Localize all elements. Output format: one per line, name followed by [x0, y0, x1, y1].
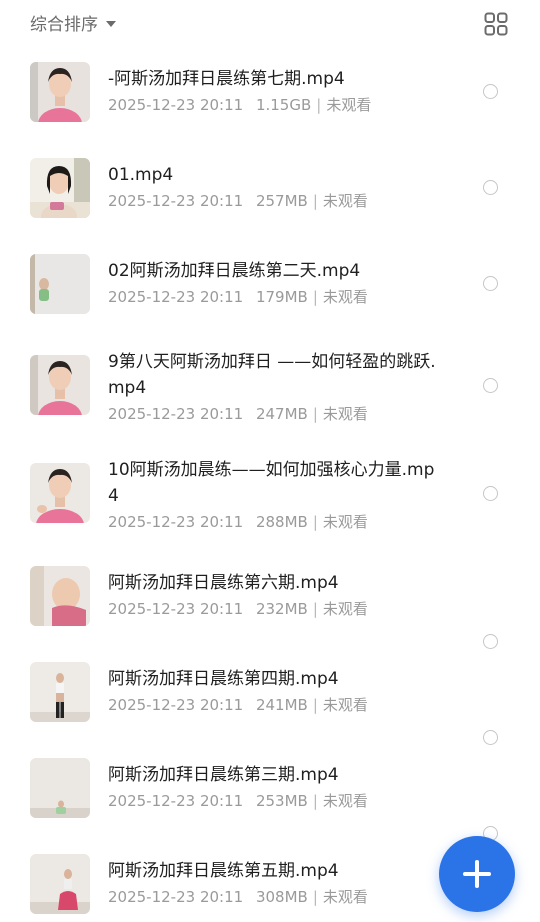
file-date: 2025-12-23 20:11	[108, 888, 244, 906]
list-item[interactable]: 10阿斯汤加晨练——如何加强核心力量.mp4 2025-12-23 20:11 …	[0, 456, 540, 562]
file-title: 02阿斯汤加拜日晨练第二天.mp4	[108, 261, 361, 281]
sort-dropdown[interactable]: 综合排序	[30, 10, 116, 35]
file-meta: 2025-12-23 20:11 247MB | 未观看	[108, 403, 438, 425]
file-title: 阿斯汤加拜日晨练第三期.mp4	[108, 765, 339, 785]
file-date: 2025-12-23 20:11	[108, 288, 244, 306]
video-thumbnail	[30, 62, 90, 122]
video-thumbnail	[30, 758, 90, 818]
meta-divider: |	[312, 288, 318, 306]
file-size: 1.15GB	[255, 96, 312, 114]
file-meta: 2025-12-23 20:11 241MB | 未观看	[108, 694, 438, 716]
list-item[interactable]: 02阿斯汤加拜日晨练第二天.mp4 2025-12-23 20:11 179MB…	[0, 238, 540, 334]
meta-divider: |	[316, 96, 322, 114]
file-meta: 2025-12-23 20:11 1.15GB | 未观看	[108, 94, 438, 116]
list-item[interactable]: -阿斯汤加拜日晨练第七期.mp4 2025-12-23 20:11 1.15GB…	[0, 46, 540, 142]
file-title: 10阿斯汤加晨练——如何加强核心力量.mp4	[108, 460, 435, 506]
file-date: 2025-12-23 20:11	[108, 405, 244, 423]
plus-icon	[463, 860, 491, 888]
file-size: 253MB	[255, 792, 308, 810]
file-size: 308MB	[255, 888, 308, 906]
meta-divider: |	[312, 696, 318, 714]
file-date: 2025-12-23 20:11	[108, 792, 244, 810]
watch-status: 未观看	[322, 600, 368, 618]
file-title: 阿斯汤加拜日晨练第六期.mp4	[108, 573, 339, 593]
list-item[interactable]: 阿斯汤加拜日晨练第三期.mp4 2025-12-23 20:11 253MB | 未…	[0, 754, 540, 850]
select-radio[interactable]	[483, 276, 498, 291]
select-radio[interactable]	[483, 84, 498, 99]
top-toolbar: 综合排序	[0, 0, 540, 46]
watch-status: 未观看	[322, 405, 368, 423]
list-item[interactable]: 01.mp4 2025-12-23 20:11 257MB | 未观看	[0, 142, 540, 238]
file-title: -阿斯汤加拜日晨练第七期.mp4	[108, 69, 345, 89]
file-date: 2025-12-23 20:11	[108, 96, 244, 114]
video-thumbnail	[30, 854, 90, 914]
select-radio[interactable]	[483, 634, 498, 649]
file-size: 247MB	[255, 405, 308, 423]
sort-label: 综合排序	[30, 15, 98, 35]
file-date: 2025-12-23 20:11	[108, 696, 244, 714]
file-title: 阿斯汤加拜日晨练第五期.mp4	[108, 861, 339, 881]
file-size: 179MB	[255, 288, 308, 306]
file-meta: 2025-12-23 20:11 232MB | 未观看	[108, 598, 438, 620]
list-item[interactable]: 阿斯汤加拜日晨练第六期.mp4 2025-12-23 20:11 232MB | 未…	[0, 562, 540, 658]
caret-down-icon	[106, 20, 116, 27]
file-meta: 2025-12-23 20:11 179MB | 未观看	[108, 286, 438, 308]
file-size: 288MB	[255, 513, 308, 531]
file-meta: 2025-12-23 20:11 253MB | 未观看	[108, 790, 438, 812]
video-thumbnail	[30, 254, 90, 314]
video-thumbnail	[30, 158, 90, 218]
list-item[interactable]: 9第八天阿斯汤加拜日 ——如何轻盈的跳跃.mp4 2025-12-23 20:1…	[0, 334, 540, 456]
video-thumbnail	[30, 566, 90, 626]
select-radio[interactable]	[483, 378, 498, 393]
add-button[interactable]	[439, 836, 515, 912]
video-thumbnail	[30, 355, 90, 415]
video-thumbnail	[30, 463, 90, 523]
meta-divider: |	[312, 888, 318, 906]
file-meta: 2025-12-23 20:11 308MB | 未观看	[108, 886, 438, 908]
select-radio[interactable]	[483, 180, 498, 195]
file-title: 9第八天阿斯汤加拜日 ——如何轻盈的跳跃.mp4	[108, 352, 436, 398]
file-title: 01.mp4	[108, 165, 174, 185]
file-size: 232MB	[255, 600, 308, 618]
video-thumbnail	[30, 662, 90, 722]
file-title: 阿斯汤加拜日晨练第四期.mp4	[108, 669, 339, 689]
meta-divider: |	[312, 513, 318, 531]
file-meta: 2025-12-23 20:11 288MB | 未观看	[108, 511, 438, 533]
watch-status: 未观看	[322, 792, 368, 810]
meta-divider: |	[312, 405, 318, 423]
select-radio[interactable]	[483, 730, 498, 745]
watch-status: 未观看	[322, 513, 368, 531]
file-size: 241MB	[255, 696, 308, 714]
file-date: 2025-12-23 20:11	[108, 513, 244, 531]
file-meta: 2025-12-23 20:11 257MB | 未观看	[108, 190, 438, 212]
watch-status: 未观看	[322, 888, 368, 906]
watch-status: 未观看	[322, 288, 368, 306]
file-date: 2025-12-23 20:11	[108, 192, 244, 210]
watch-status: 未观看	[322, 696, 368, 714]
watch-status: 未观看	[326, 96, 372, 114]
watch-status: 未观看	[322, 192, 368, 210]
grid-view-icon[interactable]	[484, 12, 508, 36]
file-date: 2025-12-23 20:11	[108, 600, 244, 618]
list-item[interactable]: 阿斯汤加拜日晨练第四期.mp4 2025-12-23 20:11 241MB | 未…	[0, 658, 540, 754]
meta-divider: |	[312, 192, 318, 210]
meta-divider: |	[312, 792, 318, 810]
meta-divider: |	[312, 600, 318, 618]
file-size: 257MB	[255, 192, 308, 210]
select-radio[interactable]	[483, 486, 498, 501]
